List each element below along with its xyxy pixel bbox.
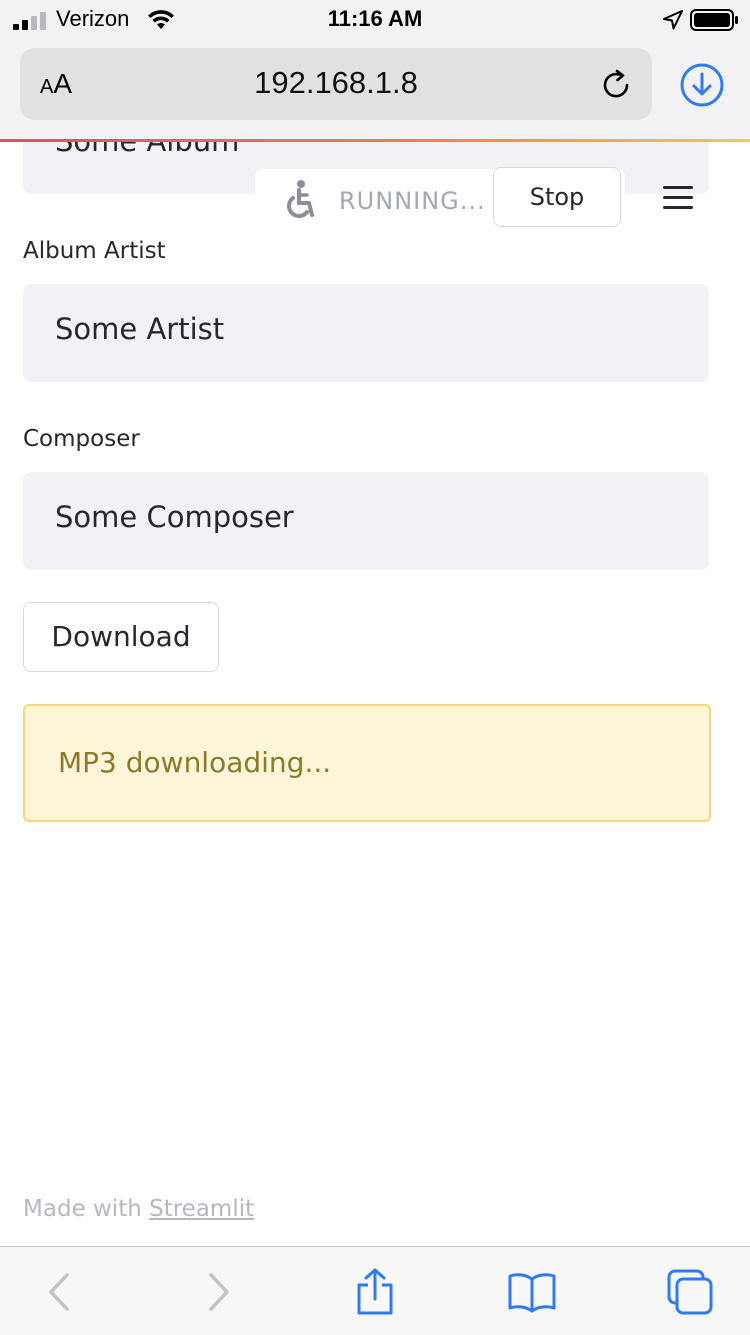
composer-field[interactable]: Some Composer bbox=[23, 472, 709, 570]
clock: 11:16 AM bbox=[327, 6, 423, 31]
share-icon[interactable] bbox=[350, 1267, 400, 1317]
battery-icon bbox=[690, 9, 738, 31]
download-button[interactable]: Download bbox=[23, 602, 219, 672]
album-artist-field-value: Some Artist bbox=[55, 312, 225, 346]
bookmarks-icon[interactable] bbox=[507, 1267, 557, 1317]
running-status-widget: RUNNING... Stop bbox=[255, 167, 625, 231]
running-status-text: RUNNING... bbox=[339, 187, 486, 215]
album-artist-field[interactable]: Some Artist bbox=[23, 284, 709, 382]
footer: Made with Streamlit bbox=[23, 1196, 254, 1222]
wheelchair-icon bbox=[287, 180, 314, 218]
streamlit-link[interactable]: Streamlit bbox=[149, 1196, 254, 1222]
hamburger-menu-icon[interactable] bbox=[662, 184, 694, 212]
tabs-icon[interactable] bbox=[665, 1267, 715, 1317]
app-content: Some Album RUNNING... Stop Album Artist … bbox=[0, 142, 750, 1246]
status-bar: Verizon 11:16 AM bbox=[0, 0, 750, 40]
address-bar[interactable]: AA 192.168.1.8 bbox=[20, 48, 652, 120]
download-circle-icon[interactable] bbox=[679, 62, 725, 108]
reload-icon[interactable] bbox=[600, 68, 634, 102]
footer-prefix: Made with bbox=[23, 1196, 150, 1222]
forward-icon[interactable] bbox=[193, 1267, 243, 1317]
browser-top-bar: AA 192.168.1.8 bbox=[0, 40, 750, 140]
location-arrow-icon bbox=[663, 10, 683, 30]
album-artist-label: Album Artist bbox=[23, 238, 166, 264]
album-field-value: Some Album bbox=[55, 142, 239, 158]
url-text[interactable]: 192.168.1.8 bbox=[20, 65, 652, 101]
back-icon[interactable] bbox=[35, 1267, 85, 1317]
browser-bottom-toolbar bbox=[0, 1246, 750, 1335]
composer-field-value: Some Composer bbox=[55, 500, 294, 534]
composer-label: Composer bbox=[23, 426, 140, 452]
status-alert: MP3 downloading... bbox=[23, 704, 711, 822]
stop-button[interactable]: Stop bbox=[493, 167, 621, 227]
status-alert-text: MP3 downloading... bbox=[58, 746, 332, 779]
